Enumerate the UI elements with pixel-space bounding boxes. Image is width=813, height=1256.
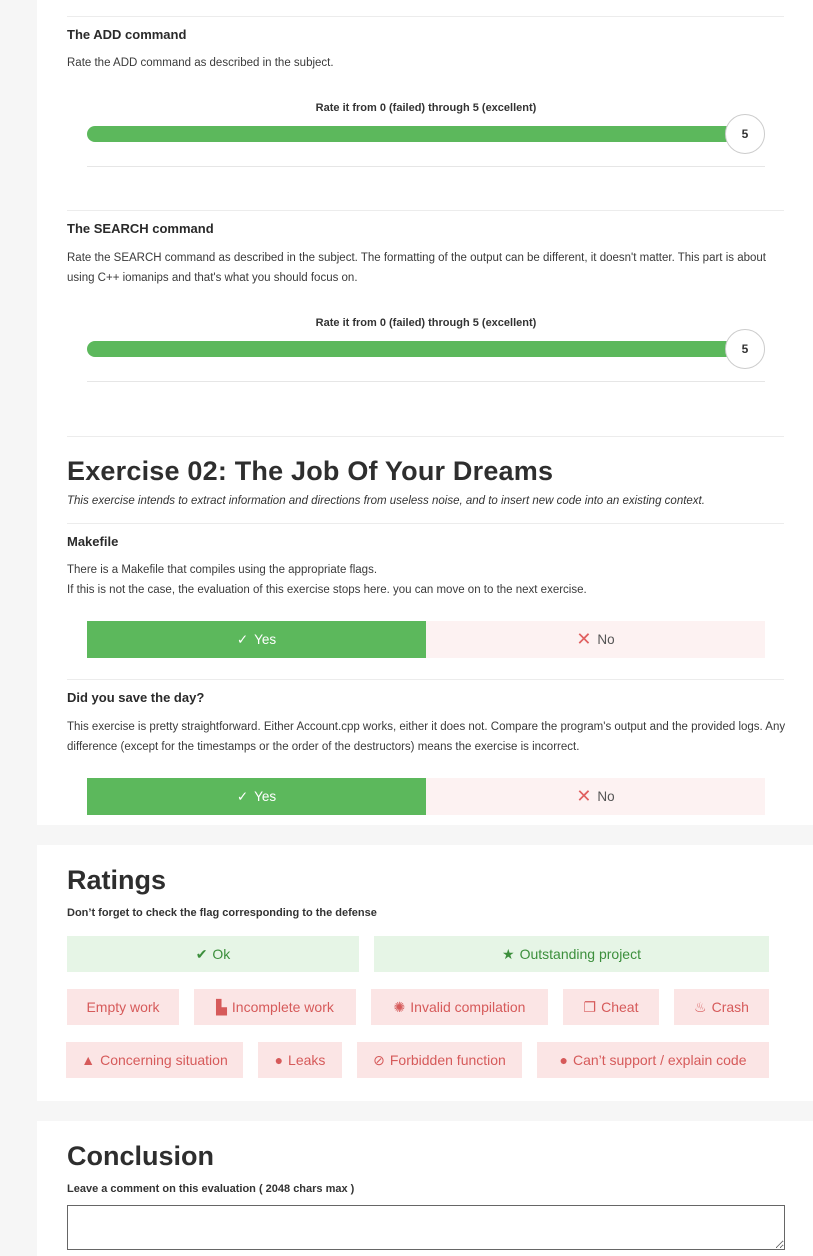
flag-invalid-compilation-button[interactable]: ✺ Invalid compilation xyxy=(371,989,548,1025)
flag-label: Concerning situation xyxy=(100,1052,228,1068)
exercise-subtitle: This exercise intends to extract informa… xyxy=(67,495,705,507)
yes-label: Yes xyxy=(254,632,277,647)
search-question-title: The SEARCH command xyxy=(67,221,214,236)
flag-label: Cheat xyxy=(601,999,639,1015)
flag-concerning-button[interactable]: ▲ Concerning situation xyxy=(66,1042,243,1078)
divider xyxy=(67,436,784,437)
saveday-question-title: Did you save the day? xyxy=(67,690,205,705)
droplet-icon: ● xyxy=(274,1052,284,1068)
ratings-card: Ratings Don’t forget to check the flag c… xyxy=(37,845,813,1101)
check-icon: ✓ xyxy=(236,631,249,647)
flag-ok-button[interactable]: ✔ Ok xyxy=(67,936,359,972)
exercise-title: Exercise 02: The Job Of Your Dreams xyxy=(67,456,554,486)
add-question-description: Rate the ADD command as described in the… xyxy=(67,57,334,69)
search-rating-knob[interactable]: 5 xyxy=(725,329,765,369)
flag-crash-button[interactable]: ♨ Crash xyxy=(674,989,769,1025)
comment-textarea[interactable] xyxy=(67,1205,785,1250)
flag-empty-button[interactable]: Empty work xyxy=(67,989,179,1025)
copy-icon: ❐ xyxy=(583,998,597,1015)
add-rating-knob[interactable]: 5 xyxy=(725,114,765,154)
divider xyxy=(67,523,784,524)
makefile-question-title: Makefile xyxy=(67,534,119,549)
close-icon: ✕ xyxy=(576,786,592,806)
file-icon: ▙ xyxy=(216,998,227,1015)
search-rating-slider[interactable] xyxy=(87,341,747,357)
flag-label: Can’t support / explain code xyxy=(572,1052,747,1068)
conclusion-title: Conclusion xyxy=(67,1141,214,1171)
flag-leaks-button[interactable]: ● Leaks xyxy=(258,1042,342,1078)
search-rate-label: Rate it from 0 (failed) through 5 (excel… xyxy=(315,317,537,329)
makefile-no-button[interactable]: ✕ No xyxy=(426,621,765,658)
divider xyxy=(67,210,784,211)
add-rate-label: Rate it from 0 (failed) through 5 (excel… xyxy=(315,102,537,114)
conclusion-card: Conclusion Leave a comment on this evalu… xyxy=(37,1121,813,1256)
saveday-no-button[interactable]: ✕ No xyxy=(426,778,765,815)
search-question-description: Rate the SEARCH command as described in … xyxy=(67,252,766,284)
makefile-line-1: There is a Makefile that compiles using … xyxy=(67,564,378,576)
flag-incomplete-button[interactable]: ▙ Incomplete work xyxy=(194,989,356,1025)
checkmark-icon: ✔ xyxy=(195,945,208,962)
flag-label: Forbidden function xyxy=(389,1052,506,1068)
speech-bubble-icon: ● xyxy=(559,1052,568,1068)
divider xyxy=(87,166,765,167)
brain-icon: ✺ xyxy=(393,998,406,1015)
makefile-yes-button[interactable]: ✓ Yes xyxy=(87,621,426,658)
ban-icon: ⊘ xyxy=(373,1051,385,1068)
star-icon: ★ xyxy=(502,945,515,962)
flag-cant-support-button[interactable]: ● Can’t support / explain code xyxy=(537,1042,769,1078)
no-label: No xyxy=(597,789,615,804)
comment-label: Leave a comment on this evaluation ( 204… xyxy=(67,1183,355,1195)
flag-label: Invalid compilation xyxy=(410,999,526,1015)
ratings-title: Ratings xyxy=(67,865,167,895)
flag-outstanding-button[interactable]: ★ Outstanding project xyxy=(374,936,769,972)
makefile-yes-no: ✓ Yes ✕ No xyxy=(87,621,765,658)
no-label: No xyxy=(597,632,615,647)
add-rating-slider[interactable] xyxy=(87,126,747,142)
explosion-icon: ♨ xyxy=(694,998,707,1015)
flag-cheat-button[interactable]: ❐ Cheat xyxy=(563,989,659,1025)
flag-label: Leaks xyxy=(288,1052,326,1068)
yes-label: Yes xyxy=(254,789,277,804)
check-icon: ✓ xyxy=(236,788,249,804)
saveday-yes-no: ✓ Yes ✕ No xyxy=(87,778,765,815)
saveday-yes-button[interactable]: ✓ Yes xyxy=(87,778,426,815)
saveday-question-description: This exercise is pretty straightforward.… xyxy=(67,721,786,753)
close-icon: ✕ xyxy=(576,629,592,649)
warning-icon: ▲ xyxy=(81,1052,96,1068)
flag-label: Outstanding project xyxy=(519,946,641,962)
divider xyxy=(67,16,784,17)
divider xyxy=(67,679,784,680)
flag-forbidden-function-button[interactable]: ⊘ Forbidden function xyxy=(357,1042,522,1078)
ratings-subtitle: Don’t forget to check the flag correspon… xyxy=(67,907,377,919)
flag-label: Crash xyxy=(711,999,749,1015)
flag-label: Ok xyxy=(212,946,231,962)
evaluation-card: The ADD command Rate the ADD command as … xyxy=(37,0,813,825)
makefile-line-2: If this is not the case, the evaluation … xyxy=(67,584,587,596)
flag-label: Incomplete work xyxy=(231,999,334,1015)
flag-label: Empty work xyxy=(86,999,160,1015)
add-question-title: The ADD command xyxy=(67,27,187,42)
divider xyxy=(87,381,765,382)
